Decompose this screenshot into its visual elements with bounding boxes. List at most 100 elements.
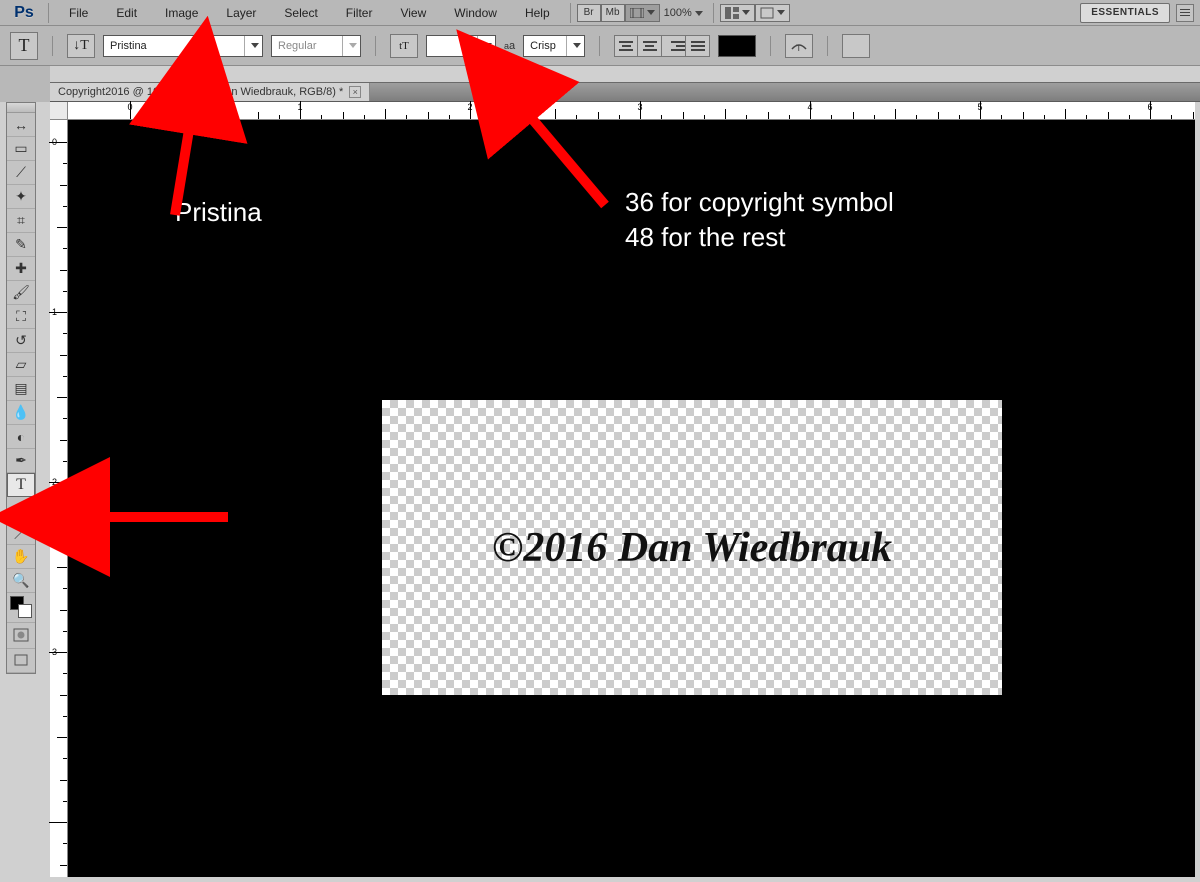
grid-icon	[725, 7, 739, 19]
document-canvas[interactable]: ©2016 Dan Wiedbrauk	[382, 400, 1002, 695]
close-tab-button[interactable]: ×	[349, 86, 361, 98]
screen-mode-button[interactable]	[755, 4, 790, 22]
brush-tool[interactable]: 🖌	[7, 281, 35, 305]
active-tool-indicator[interactable]: T	[10, 32, 38, 60]
text-color-swatch[interactable]	[718, 35, 756, 57]
ruler-h-label: 1	[297, 102, 302, 112]
eyedropper-tool[interactable]: ✎	[7, 233, 35, 257]
type-tool-icon: T	[19, 35, 30, 56]
ruler-origin[interactable]	[50, 102, 68, 120]
screen-icon	[760, 7, 774, 19]
annotation-line1: 36 for copyright symbol	[625, 185, 894, 220]
magic-wand-tool[interactable]: ✦	[7, 185, 35, 209]
annotation-arrow-font	[130, 65, 220, 228]
antialias-value: Crisp	[524, 40, 566, 52]
separator	[770, 36, 771, 56]
chevron-down-icon	[342, 36, 360, 56]
view-extras-button[interactable]	[625, 4, 660, 22]
type-tool[interactable]: T	[7, 473, 35, 497]
zoom-value: 100%	[664, 7, 692, 19]
separator	[52, 36, 53, 56]
ruler-v-label: 2	[52, 477, 57, 487]
font-size-dropdown[interactable]	[426, 35, 496, 57]
warp-icon: T	[790, 39, 808, 53]
annotation-size-note: 36 for copyright symbol 48 for the rest	[625, 185, 894, 255]
eraser-tool[interactable]: ▱	[7, 353, 35, 377]
align-justify-button[interactable]	[686, 35, 710, 57]
font-family-value: Pristina	[104, 40, 244, 52]
zoom-tool[interactable]: 🔍	[7, 569, 35, 593]
filmstrip-icon	[630, 8, 644, 18]
ruler-v-label: 0	[52, 137, 57, 147]
menu-layer[interactable]: Layer	[212, 0, 270, 26]
workspace-switcher[interactable]: ESSENTIALS	[1080, 3, 1170, 23]
font-style-value: Regular	[272, 40, 342, 52]
antialias-label: aaaa	[504, 40, 515, 52]
ruler-h-label: 4	[807, 102, 812, 112]
chevron-down-icon	[695, 11, 703, 16]
tool-palette: ↔▭⟋✦⌗✎✚🖌⛶↺▱▤💧◐✒T↖／✋🔍	[6, 102, 36, 674]
font-family-dropdown[interactable]: Pristina	[103, 35, 263, 57]
chevron-down-icon	[244, 36, 262, 56]
menu-window[interactable]: Window	[440, 0, 511, 26]
path-select-tool[interactable]: ↖	[7, 497, 35, 521]
vertical-ruler[interactable]: 0123	[50, 102, 68, 877]
warp-text-button[interactable]: T	[785, 34, 813, 58]
palette-grip[interactable]	[7, 103, 35, 113]
separator	[375, 36, 376, 56]
foreground-background-color[interactable]	[7, 593, 35, 623]
menu-edit[interactable]: Edit	[102, 0, 151, 26]
screen-mode-tool-button[interactable]	[7, 649, 35, 673]
chevron-down-icon	[647, 10, 655, 15]
options-bar: T ↓T Pristina Regular tT aaaa Crisp T	[0, 26, 1200, 66]
menu-view[interactable]: View	[386, 0, 440, 26]
menu-bar: Ps FileEditImageLayerSelectFilterViewWin…	[0, 0, 1200, 26]
font-size-icon: tT	[390, 34, 418, 58]
app-logo: Ps	[6, 3, 42, 23]
move-tool[interactable]: ↔	[7, 113, 35, 137]
pen-tool[interactable]: ✒	[7, 449, 35, 473]
text-align-group	[614, 35, 710, 57]
orientation-icon: ↓T	[73, 38, 89, 54]
chevron-down-icon	[742, 10, 750, 15]
workspace-menu-button[interactable]	[1176, 4, 1194, 22]
ruler-v-label: 3	[52, 647, 57, 657]
menu-filter[interactable]: Filter	[332, 0, 387, 26]
annotation-line2: 48 for the rest	[625, 220, 894, 255]
healing-brush-tool[interactable]: ✚	[7, 257, 35, 281]
align-right-button[interactable]	[662, 35, 686, 57]
align-left-button[interactable]	[614, 35, 638, 57]
hand-tool[interactable]: ✋	[7, 545, 35, 569]
background-swatch[interactable]	[18, 604, 32, 618]
history-brush-tool[interactable]: ↺	[7, 329, 35, 353]
clone-stamp-tool[interactable]: ⛶	[7, 305, 35, 329]
menu-help[interactable]: Help	[511, 0, 564, 26]
ruler-h-label: 3	[637, 102, 642, 112]
chevron-down-icon	[566, 36, 584, 56]
zoom-display[interactable]: 100%	[660, 7, 707, 19]
text-orientation-button[interactable]: ↓T	[67, 34, 95, 58]
minibridge-button[interactable]: Mb	[601, 4, 625, 22]
dodge-tool[interactable]: ◐	[7, 425, 35, 449]
blur-tool[interactable]: 💧	[7, 401, 35, 425]
lasso-tool[interactable]: ⟋	[7, 161, 35, 185]
menu-file[interactable]: File	[55, 0, 102, 26]
minibridge-label: Mb	[606, 7, 620, 18]
align-center-button[interactable]	[638, 35, 662, 57]
separator	[713, 3, 714, 23]
bridge-button[interactable]: Br	[577, 4, 601, 22]
arrange-documents-button[interactable]	[720, 4, 755, 22]
crop-tool[interactable]: ⌗	[7, 209, 35, 233]
menu-image[interactable]: Image	[151, 0, 212, 26]
antialias-dropdown[interactable]: Crisp	[523, 35, 585, 57]
font-style-dropdown[interactable]: Regular	[271, 35, 361, 57]
line-tool[interactable]: ／	[7, 521, 35, 545]
marquee-tool[interactable]: ▭	[7, 137, 35, 161]
gutter	[0, 66, 50, 102]
document-tab-strip: Copyright2016 @ 100% (©2016 Dan Wiedbrau…	[50, 82, 1200, 102]
menu-select[interactable]: Select	[270, 0, 331, 26]
watermark-text[interactable]: ©2016 Dan Wiedbrauk	[492, 524, 892, 572]
character-panel-button[interactable]	[842, 34, 870, 58]
quick-mask-button[interactable]	[7, 623, 35, 649]
gradient-tool[interactable]: ▤	[7, 377, 35, 401]
